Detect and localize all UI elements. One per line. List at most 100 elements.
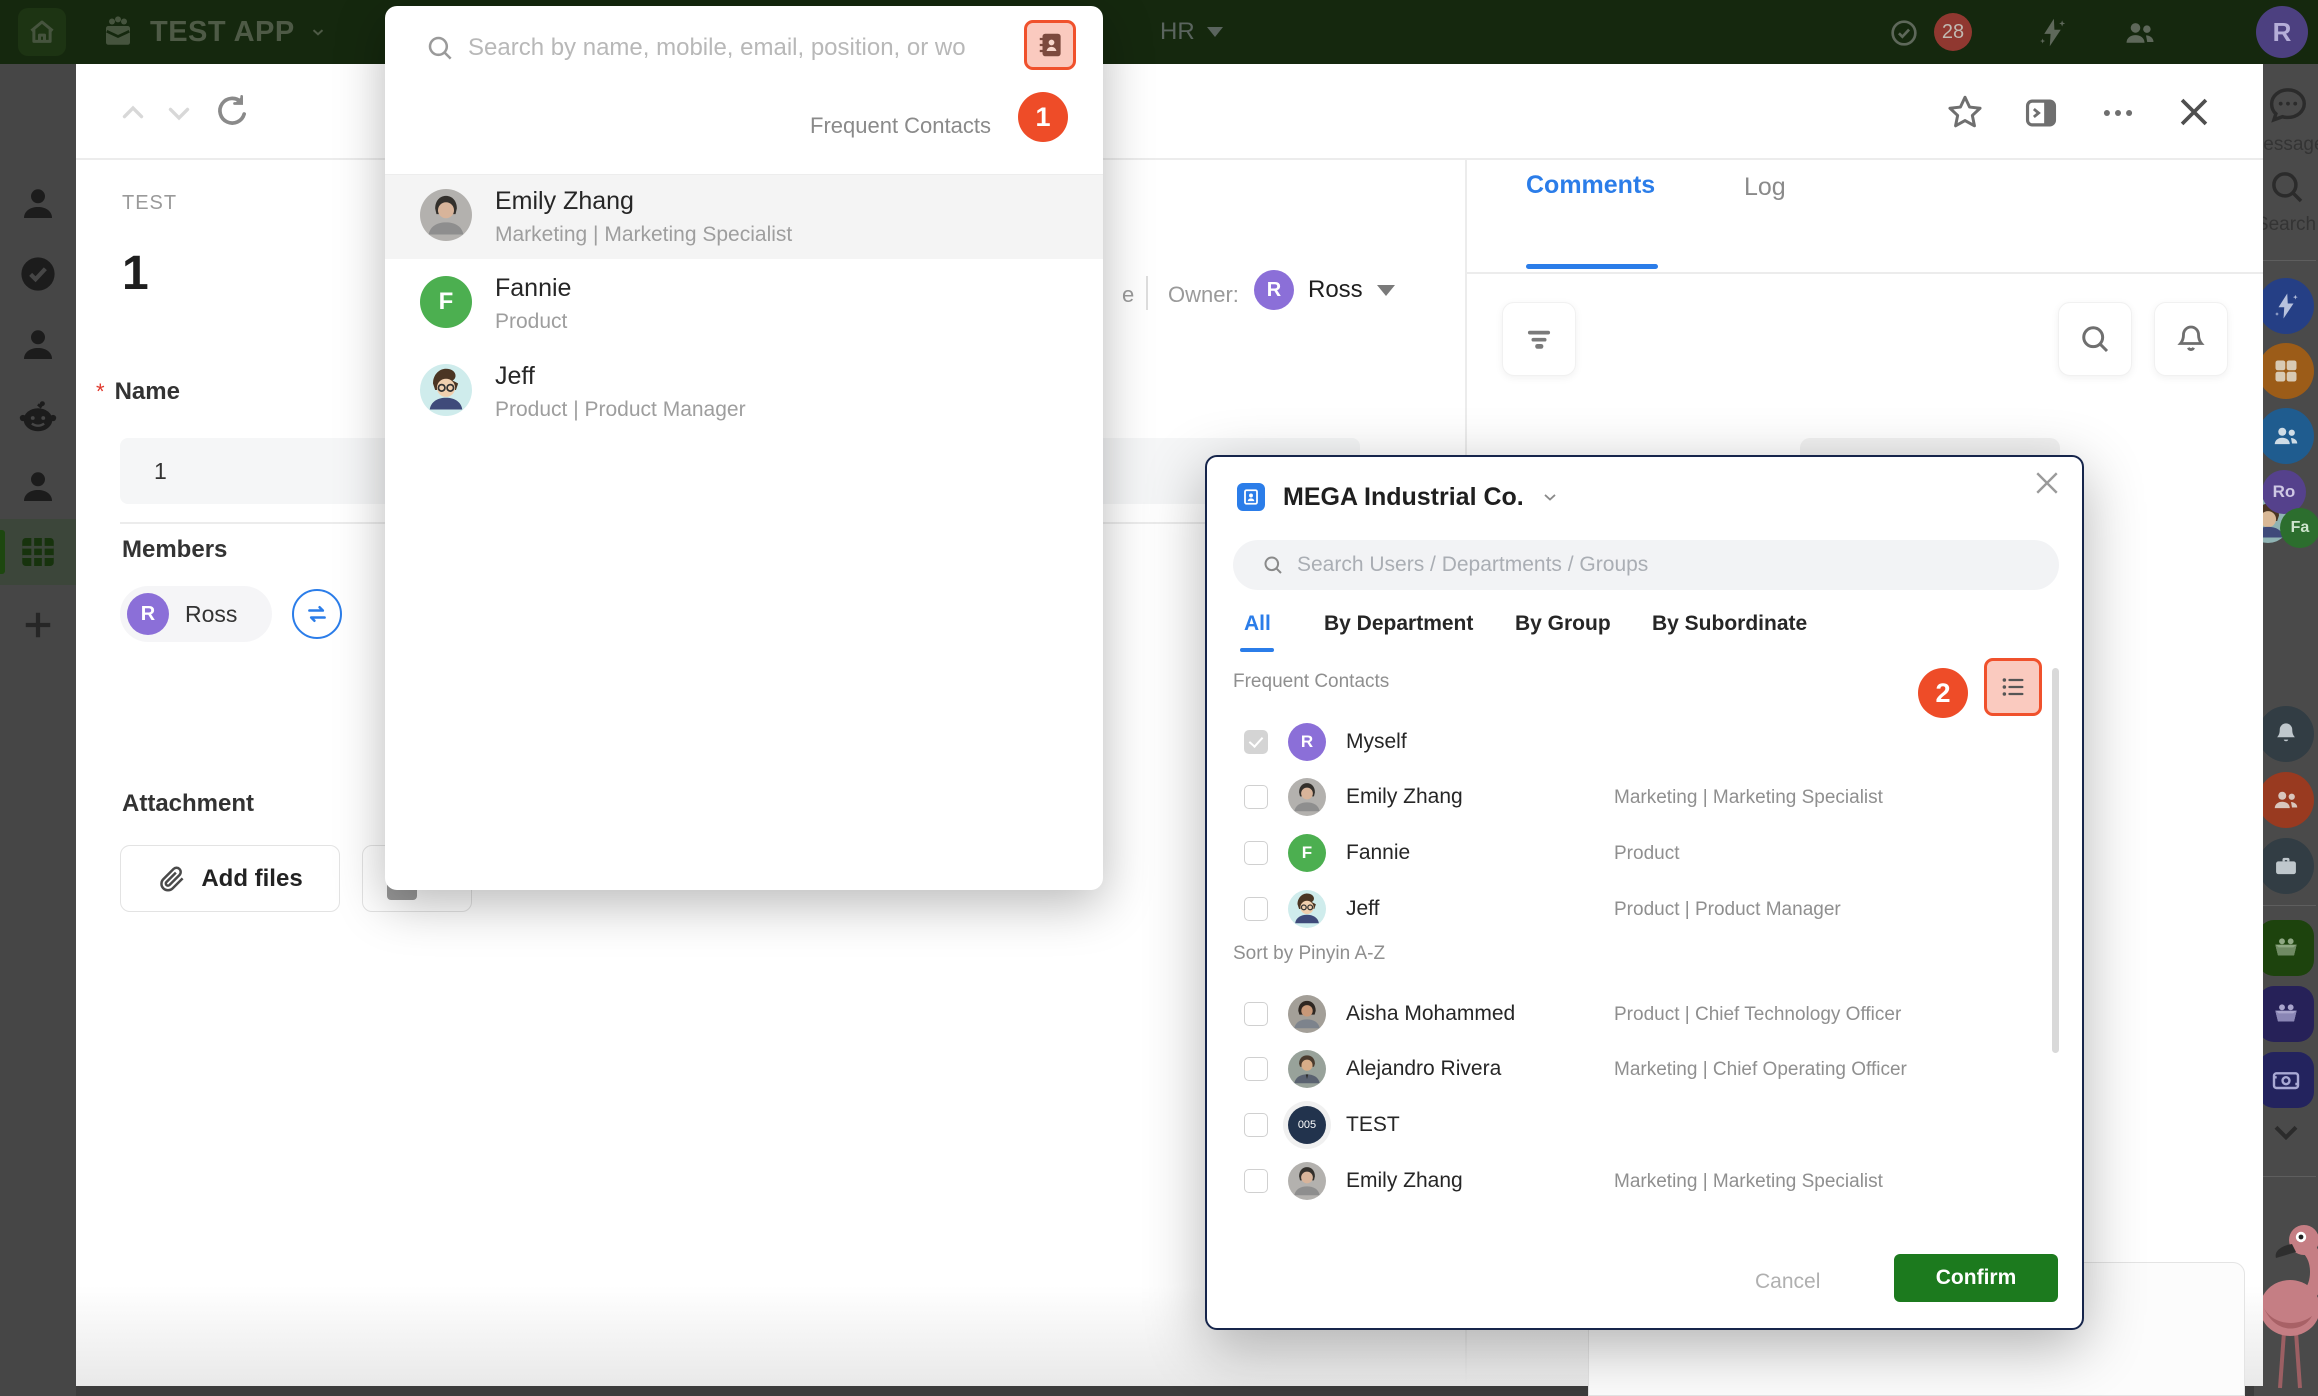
avatar-letter: R	[1301, 732, 1313, 752]
cancel-label: Cancel	[1755, 1270, 1820, 1293]
avatar-test-app: 005	[1288, 1106, 1326, 1144]
todo-button[interactable]	[1888, 17, 1920, 49]
department-chevron-down-icon	[1207, 27, 1223, 37]
avatar-cartoon	[420, 364, 472, 416]
open-contact-picker-button[interactable]	[1024, 20, 1076, 70]
cancel-button[interactable]: Cancel	[1755, 1270, 1820, 1294]
tab-comments[interactable]: Comments	[1526, 171, 1655, 200]
checkbox[interactable]	[1244, 1113, 1268, 1137]
sidebar-item-approvals[interactable]	[17, 253, 59, 295]
checkbox[interactable]	[1244, 785, 1268, 809]
add-files-button[interactable]: Add files	[120, 845, 340, 912]
picker-tab-by-department[interactable]: By Department	[1324, 612, 1473, 636]
sidebar-item-members[interactable]	[17, 466, 59, 508]
owner-value[interactable]: R Ross	[1254, 268, 1395, 312]
department-switcher[interactable]: HR	[1160, 15, 1223, 49]
sidebar-item-table-active[interactable]	[0, 519, 76, 585]
owner-avatar: R	[1254, 270, 1294, 310]
contact-row[interactable]: Jeff Product | Product Manager	[385, 350, 1103, 434]
member-avatar: R	[127, 593, 169, 635]
member-avatar-initial: R	[141, 603, 155, 626]
change-member-button[interactable]	[292, 589, 342, 639]
comments-subscribe-button[interactable]	[2154, 302, 2228, 376]
dock-team-button[interactable]	[2258, 772, 2314, 828]
dock-badge-fa[interactable]: Fa	[2280, 508, 2318, 548]
checkbox[interactable]	[1244, 1002, 1268, 1026]
search-icon	[2266, 166, 2308, 208]
checkbox[interactable]	[1244, 897, 1268, 921]
annotation-badge-1: 1	[1018, 92, 1068, 142]
picker-tab-all[interactable]: All	[1244, 612, 1271, 636]
dock-app-grid-button[interactable]	[2258, 343, 2314, 399]
tab-log[interactable]: Log	[1744, 173, 1786, 202]
contacts-topbar-button[interactable]	[2122, 15, 2158, 51]
dock-chevron-down-icon[interactable]	[2266, 1119, 2306, 1149]
dock-search-button[interactable]	[2266, 166, 2308, 208]
home-button[interactable]	[18, 8, 66, 56]
app-title-group[interactable]: TEST APP	[150, 13, 327, 51]
row-title: Marketing | Chief Operating Officer	[1614, 1059, 1907, 1081]
contact-subtitle: Marketing | Marketing Specialist	[495, 223, 792, 247]
dock-plugin-purple-button[interactable]	[2258, 986, 2314, 1042]
contact-row-selected[interactable]: Emily Zhang Marketing | Marketing Specia…	[385, 174, 1103, 259]
close-window-button[interactable]	[2172, 90, 2216, 134]
sidebar-item-bot[interactable]	[17, 397, 59, 439]
dock-notifications-button[interactable]	[2258, 706, 2314, 762]
checkbox-checked-disabled	[1244, 730, 1268, 754]
comments-search-button[interactable]	[2058, 302, 2132, 376]
contact-search-input[interactable]	[468, 22, 1014, 74]
row-title: Product | Chief Technology Officer	[1614, 1004, 1901, 1026]
avatar-text: 005	[1298, 1119, 1316, 1131]
comments-filter-button[interactable]	[1502, 302, 1576, 376]
people-icon	[2122, 15, 2158, 51]
dock-app-ai-button[interactable]	[2258, 278, 2314, 334]
refresh-button[interactable]	[212, 92, 252, 132]
favorite-star-button[interactable]	[1944, 92, 1986, 134]
org-switcher[interactable]: MEGA Industrial Co.	[1237, 477, 1560, 517]
picker-scrollbar[interactable]	[2052, 668, 2059, 1053]
contact-row[interactable]: F Fannie Product	[385, 262, 1103, 346]
contact-subtitle: Product	[495, 310, 567, 334]
checkbox[interactable]	[1244, 841, 1268, 865]
checkbox[interactable]	[1244, 1057, 1268, 1081]
prev-record-button[interactable]	[116, 96, 150, 130]
topbar-avatar[interactable]: R	[2256, 6, 2308, 58]
member-chip[interactable]: R Ross	[120, 586, 272, 642]
next-record-button[interactable]	[162, 96, 196, 130]
todo-badge-count: 28	[1942, 21, 1964, 44]
dock-app-people-button[interactable]	[2258, 408, 2314, 464]
sidebar-item-contacts[interactable]	[17, 183, 59, 225]
annotation-2-number: 2	[1935, 678, 1950, 709]
picker-close-button[interactable]	[2029, 465, 2065, 501]
picker-tab-by-group[interactable]: By Group	[1515, 612, 1611, 636]
dock-payroll-button[interactable]	[2258, 1052, 2314, 1108]
checkbox[interactable]	[1244, 1169, 1268, 1193]
list-icon	[1999, 673, 2027, 701]
selected-list-toggle-button[interactable]	[1984, 658, 2042, 716]
row-name: Myself	[1346, 730, 1407, 754]
people-icon	[2271, 421, 2301, 451]
sidebar-add-button[interactable]	[17, 604, 59, 646]
owner-label: Owner:	[1168, 282, 1239, 308]
picker-search-input[interactable]	[1297, 540, 2027, 590]
owner-chevron-down-icon	[1377, 285, 1395, 296]
more-actions-button[interactable]	[2098, 94, 2138, 132]
search-icon	[424, 32, 456, 64]
avatar-initial-green: F	[420, 276, 472, 328]
picker-tab-by-subordinate[interactable]: By Subordinate	[1652, 612, 1807, 636]
banknote-icon	[2270, 1064, 2302, 1096]
row-title: Product | Product Manager	[1614, 899, 1841, 921]
lightning-sparkle-icon	[2036, 16, 2069, 49]
side-panel-toggle-button[interactable]	[2022, 94, 2060, 132]
grid-table-icon	[17, 531, 59, 573]
ai-assistant-button[interactable]	[2036, 16, 2069, 49]
annotation-1-number: 1	[1035, 102, 1050, 133]
confirm-button[interactable]: Confirm	[1894, 1254, 2058, 1302]
filter-icon	[1522, 322, 1556, 356]
dock-plugin-green-button[interactable]	[2258, 920, 2314, 976]
dock-message-button[interactable]	[2264, 82, 2310, 128]
sidebar-item-people[interactable]	[17, 324, 59, 366]
lightning-sparkle-icon	[2271, 291, 2301, 321]
subheader-fragment: e	[1122, 282, 1134, 308]
dock-workspace-button[interactable]	[2258, 838, 2314, 894]
